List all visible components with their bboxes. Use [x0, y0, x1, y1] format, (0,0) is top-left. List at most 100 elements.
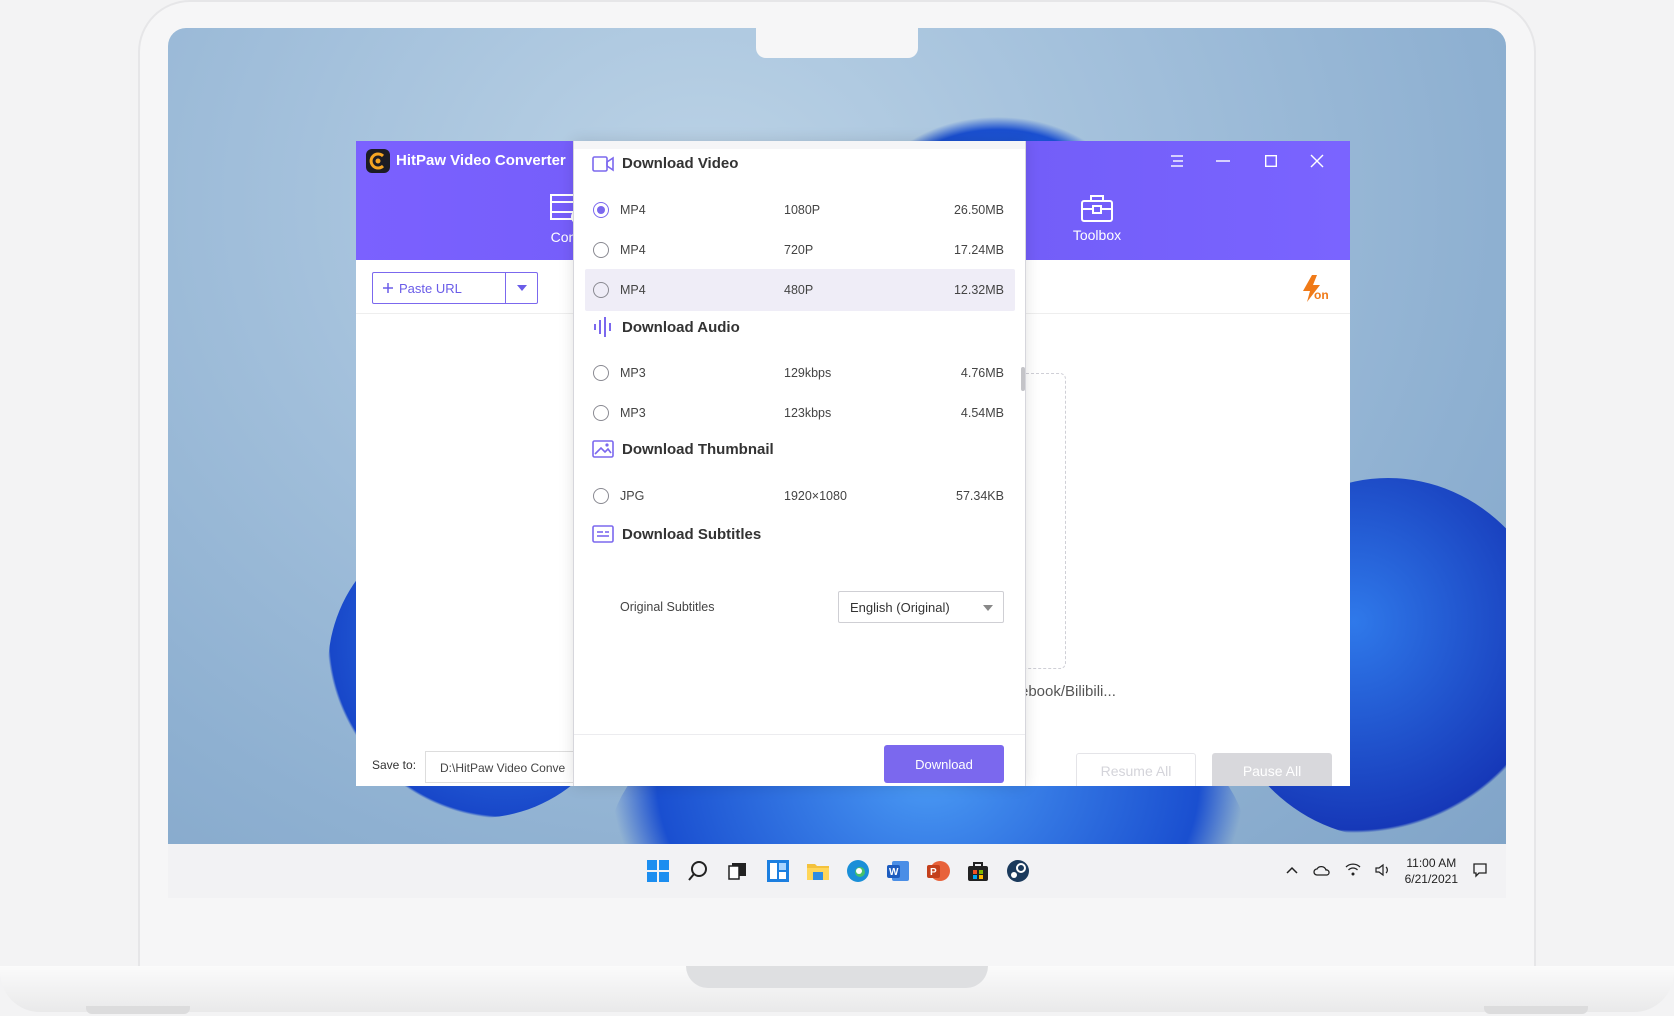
video-option-480p[interactable]: MP4 480P 12.32MB: [585, 269, 1015, 311]
task-view-icon[interactable]: [724, 857, 752, 885]
option-format: MP3: [620, 406, 646, 420]
section-download-video: Download Video: [592, 155, 738, 172]
search-icon[interactable]: [684, 857, 712, 885]
section-heading: Download Video: [622, 155, 739, 172]
subtitles-language-select[interactable]: English (Original): [838, 591, 1004, 623]
radio-button[interactable]: [593, 488, 609, 504]
app-title: HitPaw Video Converter: [396, 152, 566, 169]
resume-all-button[interactable]: Resume All: [1076, 753, 1196, 786]
close-icon[interactable]: [1302, 147, 1332, 175]
tab-toolbox[interactable]: Toolbox: [1062, 193, 1132, 243]
option-size: 4.76MB: [960, 366, 1004, 380]
radio-button[interactable]: [593, 242, 609, 258]
notification-icon[interactable]: [1472, 862, 1488, 881]
toolbox-icon: [1081, 195, 1113, 222]
paste-url-main[interactable]: Paste URL: [373, 273, 505, 303]
radio-button[interactable]: [593, 405, 609, 421]
onedrive-icon[interactable]: [1313, 864, 1331, 879]
option-format: JPG: [620, 489, 645, 503]
download-options-dialog: Download Video MP4 1080P 26.50MB MP4 720…: [573, 141, 1026, 786]
supported-sites-text: ebook/Bilibili...: [1020, 683, 1116, 700]
word-icon[interactable]: W: [884, 857, 912, 885]
camera-notch: [756, 28, 918, 58]
paste-url-dropdown[interactable]: [505, 273, 537, 303]
audio-wave-icon: [594, 317, 611, 337]
option-format: MP4: [620, 203, 646, 217]
steam-icon[interactable]: [1004, 857, 1032, 885]
section-download-subtitles: Download Subtitles: [592, 525, 761, 543]
wifi-icon[interactable]: [1345, 863, 1361, 879]
option-size: 17.24MB: [953, 243, 1004, 257]
svg-text:W: W: [889, 867, 899, 878]
option-format: MP3: [620, 366, 646, 380]
dialog-top-bar: [574, 141, 1025, 149]
system-tray: 11:00 AM 6/21/2021: [1285, 844, 1488, 898]
clock-date: 6/21/2021: [1404, 872, 1458, 886]
taskbar: W P 11:00 AM 6/21/2021: [168, 844, 1506, 898]
store-icon[interactable]: [964, 857, 992, 885]
dialog-divider: [574, 734, 1025, 735]
maximize-icon[interactable]: [1256, 147, 1286, 175]
taskbar-apps: W P: [644, 844, 1032, 898]
section-download-audio: Download Audio: [592, 317, 740, 337]
download-button[interactable]: Download: [884, 745, 1004, 783]
radio-button[interactable]: [593, 282, 609, 298]
image-icon: [592, 440, 614, 458]
clock-time: 11:00 AM: [1406, 856, 1457, 870]
section-heading: Download Audio: [622, 318, 740, 336]
option-size: 4.54MB: [960, 406, 1004, 420]
subtitles-selected-value: English (Original): [850, 599, 950, 615]
paste-url-button[interactable]: Paste URL: [372, 272, 538, 304]
laptop-foot-left: [86, 1006, 190, 1014]
hardware-acceleration-toggle[interactable]: on: [1300, 274, 1330, 309]
boost-badge: on: [1314, 288, 1329, 302]
option-quality: 1920×1080: [784, 489, 847, 503]
svg-text:P: P: [930, 867, 937, 878]
audio-option-129kbps[interactable]: MP3 129kbps 4.76MB: [585, 352, 1015, 394]
dialog-scrollbar[interactable]: [1021, 367, 1025, 391]
tab-toolbox-label: Toolbox: [1072, 227, 1122, 243]
widgets-icon[interactable]: [764, 857, 792, 885]
save-path-field[interactable]: D:\HitPaw Video Conve: [425, 751, 585, 783]
option-format: MP4: [620, 243, 646, 257]
chevron-down-icon: [983, 605, 993, 611]
laptop-foot-right: [1484, 1006, 1588, 1014]
radio-button[interactable]: [593, 202, 609, 218]
radio-button[interactable]: [593, 365, 609, 381]
section-heading: Download Subtitles: [622, 525, 762, 543]
section-heading: Download Thumbnail: [622, 440, 774, 458]
video-camera-icon: [592, 155, 614, 172]
volume-icon[interactable]: [1375, 863, 1391, 880]
option-size: 57.34KB: [956, 489, 1004, 503]
subtitles-label: Original Subtitles: [620, 600, 715, 614]
paste-url-label: Paste URL: [399, 280, 462, 296]
option-size: 12.32MB: [953, 283, 1004, 297]
start-icon[interactable]: [644, 857, 672, 885]
powerpoint-icon[interactable]: P: [924, 857, 952, 885]
plus-icon: [383, 283, 393, 293]
option-quality: 720P: [784, 243, 814, 257]
audio-option-123kbps[interactable]: MP3 123kbps 4.54MB: [585, 392, 1015, 434]
option-quality: 129kbps: [784, 366, 832, 380]
thumbnail-option-jpg[interactable]: JPG 1920×1080 57.34KB: [585, 475, 1015, 517]
taskbar-clock[interactable]: 11:00 AM 6/21/2021: [1405, 855, 1458, 887]
pause-all-button[interactable]: Pause All: [1212, 753, 1332, 786]
subtitles-icon: [592, 525, 614, 543]
chevron-up-icon[interactable]: [1285, 864, 1299, 878]
app-logo-icon: [366, 149, 390, 173]
file-explorer-icon[interactable]: [804, 857, 832, 885]
video-option-1080p[interactable]: MP4 1080P 26.50MB: [585, 189, 1015, 231]
section-download-thumbnail: Download Thumbnail: [592, 440, 774, 458]
video-option-720p[interactable]: MP4 720P 17.24MB: [585, 229, 1015, 271]
laptop-hinge: [686, 966, 988, 988]
save-to-label: Save to:: [372, 758, 417, 772]
chevron-down-icon: [516, 285, 527, 291]
option-quality: 480P: [784, 283, 814, 297]
option-quality: 123kbps: [784, 406, 832, 420]
option-size: 26.50MB: [953, 203, 1004, 217]
option-format: MP4: [620, 283, 646, 297]
menu-icon[interactable]: [1162, 147, 1192, 175]
option-quality: 1080P: [784, 203, 821, 217]
edge-icon[interactable]: [844, 857, 872, 885]
minimize-icon[interactable]: [1208, 147, 1238, 175]
